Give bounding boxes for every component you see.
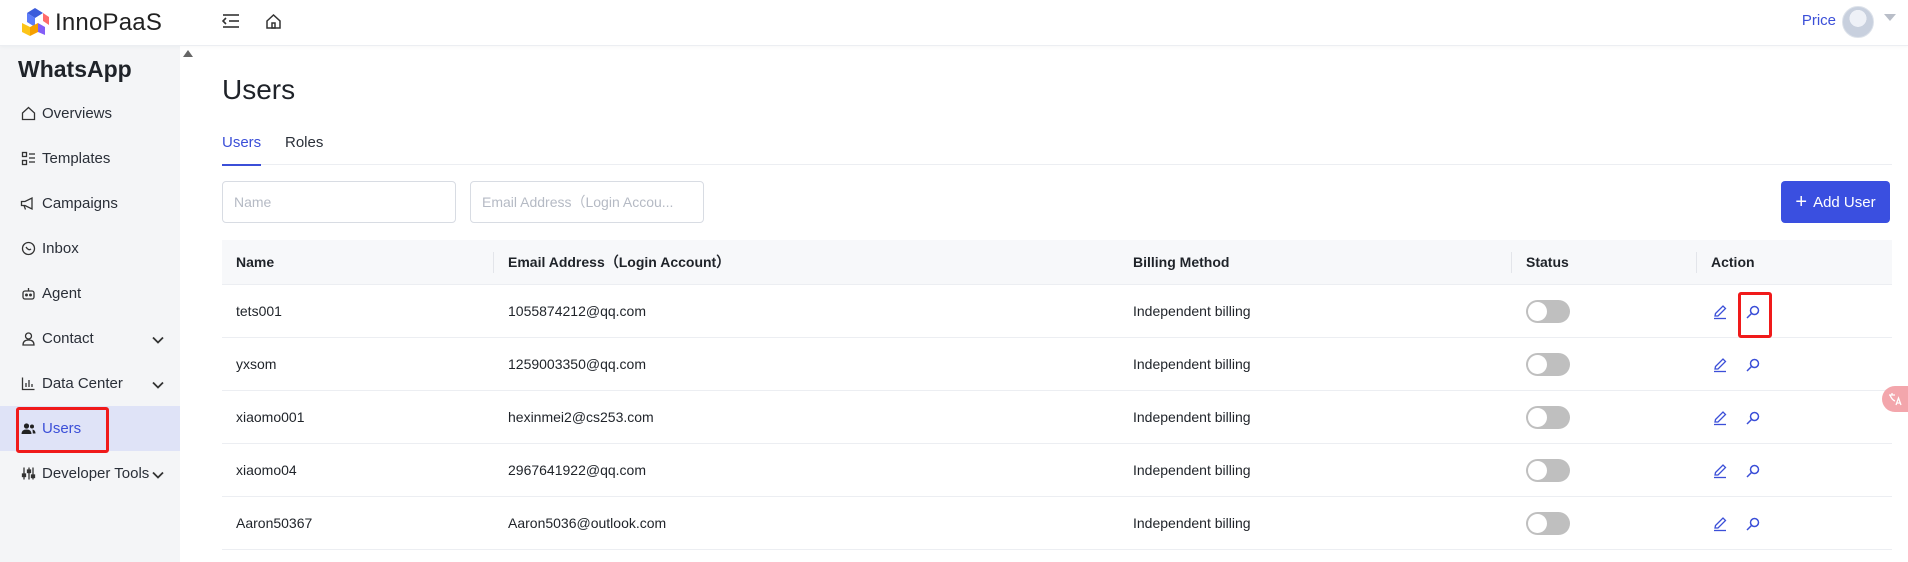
search-icon[interactable] [1743,461,1763,481]
robot-icon [20,286,36,302]
top-bar: InnoPaaS Price [0,0,1908,46]
user-email: 1055874212@qq.com [508,303,646,319]
search-icon[interactable] [1743,514,1763,534]
user-name: Aaron50367 [236,515,313,531]
status-toggle[interactable] [1526,300,1570,323]
sidebar-item-campaigns[interactable]: Campaigns [0,181,180,226]
brand-name: InnoPaaS [55,9,163,36]
chat-icon [20,241,36,257]
user-avatar[interactable] [1842,6,1874,38]
sidebar-item-label: Agent [42,285,82,302]
tab-users[interactable]: Users [222,134,262,166]
column-header-action: Action [1711,254,1755,270]
search-icon[interactable] [1743,355,1763,375]
column-divider [493,252,494,273]
billing-method: Independent billing [1133,409,1251,425]
table-header: Name Email Address（Login Account） Billin… [222,240,1892,285]
main-content: Users Users Roles + Add User Name Email … [180,46,1908,562]
sidebar-title: WhatsApp [18,56,132,82]
edit-icon[interactable] [1710,514,1730,534]
user-name: tets001 [236,303,282,319]
users-icon [20,421,36,437]
home-icon[interactable] [260,8,286,34]
sidebar-item-inbox[interactable]: Inbox [0,226,180,271]
edit-icon[interactable] [1710,461,1730,481]
sidebar-item-label: Overviews [42,105,113,122]
brand-logo[interactable]: InnoPaaS [18,4,162,42]
sidebar-item-label: Data Center [42,375,123,392]
table-row: yxsom 1259003350@qq.com Independent bill… [222,338,1892,391]
price-link[interactable]: Price [1802,12,1836,29]
innopaas-logo-icon [18,6,52,40]
billing-method: Independent billing [1133,356,1251,372]
sidebar-item-overviews[interactable]: Overviews [0,91,180,136]
collapse-menu-icon[interactable] [218,8,244,34]
add-user-label: Add User [1813,193,1876,211]
bar-chart-icon [20,376,36,392]
column-divider [1511,252,1512,273]
sidebar-item-label: Users [42,420,82,437]
table-row: tets001 1055874212@qq.com Independent bi… [222,285,1892,338]
chevron-down-icon [152,466,164,484]
edit-icon[interactable] [1710,302,1730,322]
email-filter-input[interactable] [470,181,704,223]
translate-widget-icon[interactable] [1882,386,1908,412]
sidebar-item-label: Inbox [42,240,79,257]
sidebar-item-templates[interactable]: Templates [0,136,180,181]
status-toggle[interactable] [1526,512,1570,535]
tab-bar: Users Roles [222,134,1892,166]
column-header-billing: Billing Method [1133,254,1230,270]
user-name: yxsom [236,356,277,372]
plus-icon: + [1795,191,1808,213]
user-email: 2967641922@qq.com [508,462,646,478]
tab-roles[interactable]: Roles [285,134,323,165]
tools-icon [20,466,36,482]
home-icon [20,106,36,122]
sidebar-item-label: Developer Tools [42,465,150,482]
megaphone-icon [20,196,36,212]
sidebar-item-label: Templates [42,150,111,167]
user-email: hexinmei2@cs253.com [508,409,654,425]
user-name: xiaomo04 [236,462,297,478]
template-icon [20,151,36,167]
add-user-button[interactable]: + Add User [1781,181,1890,223]
edit-icon[interactable] [1710,355,1730,375]
column-divider [1696,252,1697,273]
person-icon [20,331,36,347]
sidebar-item-contact[interactable]: Contact [0,316,180,361]
status-toggle[interactable] [1526,353,1570,376]
page-title: Users [222,74,296,105]
billing-method: Independent billing [1133,515,1251,531]
user-email: 1259003350@qq.com [508,356,646,372]
sidebar-item-developer-tools[interactable]: Developer Tools [0,451,180,496]
column-header-status: Status [1526,254,1569,270]
sidebar-item-data-center[interactable]: Data Center [0,361,180,406]
chevron-down-icon[interactable] [1884,14,1896,21]
chevron-down-icon [152,376,164,394]
table-row: xiaomo001 hexinmei2@cs253.com Independen… [222,391,1892,444]
status-toggle[interactable] [1526,406,1570,429]
column-header-email: Email Address（Login Account） [508,254,731,270]
table-row: xiaomo04 2967641922@qq.com Independent b… [222,444,1892,497]
billing-method: Independent billing [1133,303,1251,319]
billing-method: Independent billing [1133,462,1251,478]
sidebar-item-label: Campaigns [42,195,118,212]
user-name: xiaomo001 [236,409,305,425]
edit-icon[interactable] [1710,408,1730,428]
search-icon[interactable] [1743,302,1763,322]
users-table: Name Email Address（Login Account） Billin… [222,240,1892,550]
sidebar-item-agent[interactable]: Agent [0,271,180,316]
status-toggle[interactable] [1526,459,1570,482]
search-icon[interactable] [1743,408,1763,428]
name-filter-input[interactable] [222,181,456,223]
sidebar-item-users[interactable]: Users [0,406,180,451]
column-header-name: Name [236,254,275,270]
sidebar: WhatsApp Overviews Templates Campaigns I… [0,46,180,562]
user-email: Aaron5036@outlook.com [508,515,667,531]
table-row: Aaron50367 Aaron5036@outlook.com Indepen… [222,497,1892,550]
sidebar-item-label: Contact [42,330,94,347]
chevron-down-icon [152,331,164,349]
